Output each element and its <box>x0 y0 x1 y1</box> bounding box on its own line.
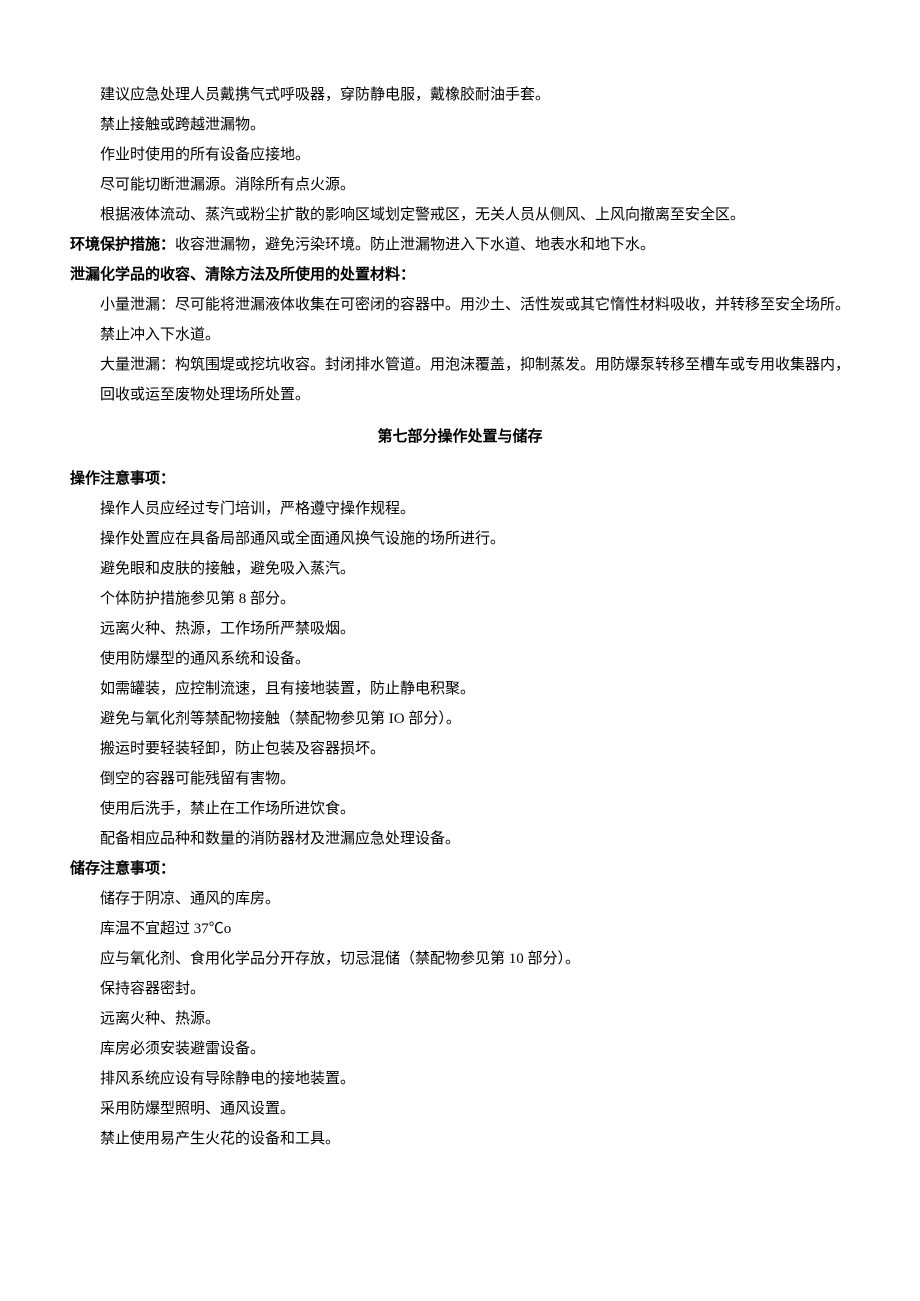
operation-line-6: 如需罐装，应控制流速，且有接地装置，防止静电积聚。 <box>70 674 850 704</box>
spill-cleanup-large: 大量泄漏：构筑围堤或挖坑收容。封闭排水管道。用泡沫覆盖，抑制蒸发。用防爆泵转移至… <box>70 350 850 410</box>
storage-line-1: 库温不宜超过 37℃o <box>70 914 850 944</box>
personal-protection-line-2: 作业时使用的所有设备应接地。 <box>70 140 850 170</box>
operation-line-10: 使用后洗手，禁止在工作场所进饮食。 <box>70 794 850 824</box>
operation-line-11: 配备相应品种和数量的消防器材及泄漏应急处理设备。 <box>70 824 850 854</box>
operation-line-3: 个体防护措施参见第 8 部分。 <box>70 584 850 614</box>
storage-line-8: 禁止使用易产生火花的设备和工具。 <box>70 1124 850 1154</box>
operation-line-7: 避免与氧化剂等禁配物接触（禁配物参见第 IO 部分）。 <box>70 704 850 734</box>
operation-label: 操作注意事项： <box>70 464 850 494</box>
storage-line-5: 库房必须安装避雷设备。 <box>70 1034 850 1064</box>
personal-protection-line-3: 尽可能切断泄漏源。消除所有点火源。 <box>70 170 850 200</box>
env-protection-row: 环境保护措施：收容泄漏物，避免污染环境。防止泄漏物进入下水道、地表水和地下水。 <box>70 230 850 260</box>
storage-line-4: 远离火种、热源。 <box>70 1004 850 1034</box>
spill-cleanup-small: 小量泄漏：尽可能将泄漏液体收集在可密闭的容器中。用沙土、活性炭或其它惰性材料吸收… <box>70 290 850 350</box>
personal-protection-line-0: 建议应急处理人员戴携气式呼吸器，穿防静电服，戴橡胶耐油手套。 <box>70 80 850 110</box>
storage-line-2: 应与氧化剂、食用化学品分开存放，切忌混储（禁配物参见第 10 部分）。 <box>70 944 850 974</box>
spill-cleanup-label: 泄漏化学品的收容、清除方法及所使用的处置材料： <box>70 260 850 290</box>
env-protection-label: 环境保护措施： <box>70 237 175 253</box>
operation-line-1: 操作处置应在具备局部通风或全面通风换气设施的场所进行。 <box>70 524 850 554</box>
storage-label: 储存注意事项： <box>70 854 850 884</box>
operation-line-8: 搬运时要轻装轻卸，防止包装及容器损坏。 <box>70 734 850 764</box>
storage-line-7: 采用防爆型照明、通风设置。 <box>70 1094 850 1124</box>
storage-line-6: 排风系统应设有导除静电的接地装置。 <box>70 1064 850 1094</box>
personal-protection-line-1: 禁止接触或跨越泄漏物。 <box>70 110 850 140</box>
operation-line-2: 避免眼和皮肤的接触，避免吸入蒸汽。 <box>70 554 850 584</box>
operation-line-5: 使用防爆型的通风系统和设备。 <box>70 644 850 674</box>
operation-line-9: 倒空的容器可能残留有害物。 <box>70 764 850 794</box>
section-7-title: 第七部分操作处置与储存 <box>70 422 850 452</box>
env-protection-text: 收容泄漏物，避免污染环境。防止泄漏物进入下水道、地表水和地下水。 <box>175 237 655 253</box>
operation-line-4: 远离火种、热源，工作场所严禁吸烟。 <box>70 614 850 644</box>
personal-protection-line-4: 根据液体流动、蒸汽或粉尘扩散的影响区域划定警戒区，无关人员从侧风、上风向撤离至安… <box>70 200 850 230</box>
operation-line-0: 操作人员应经过专门培训，严格遵守操作规程。 <box>70 494 850 524</box>
storage-line-3: 保持容器密封。 <box>70 974 850 1004</box>
storage-line-0: 储存于阴凉、通风的库房。 <box>70 884 850 914</box>
